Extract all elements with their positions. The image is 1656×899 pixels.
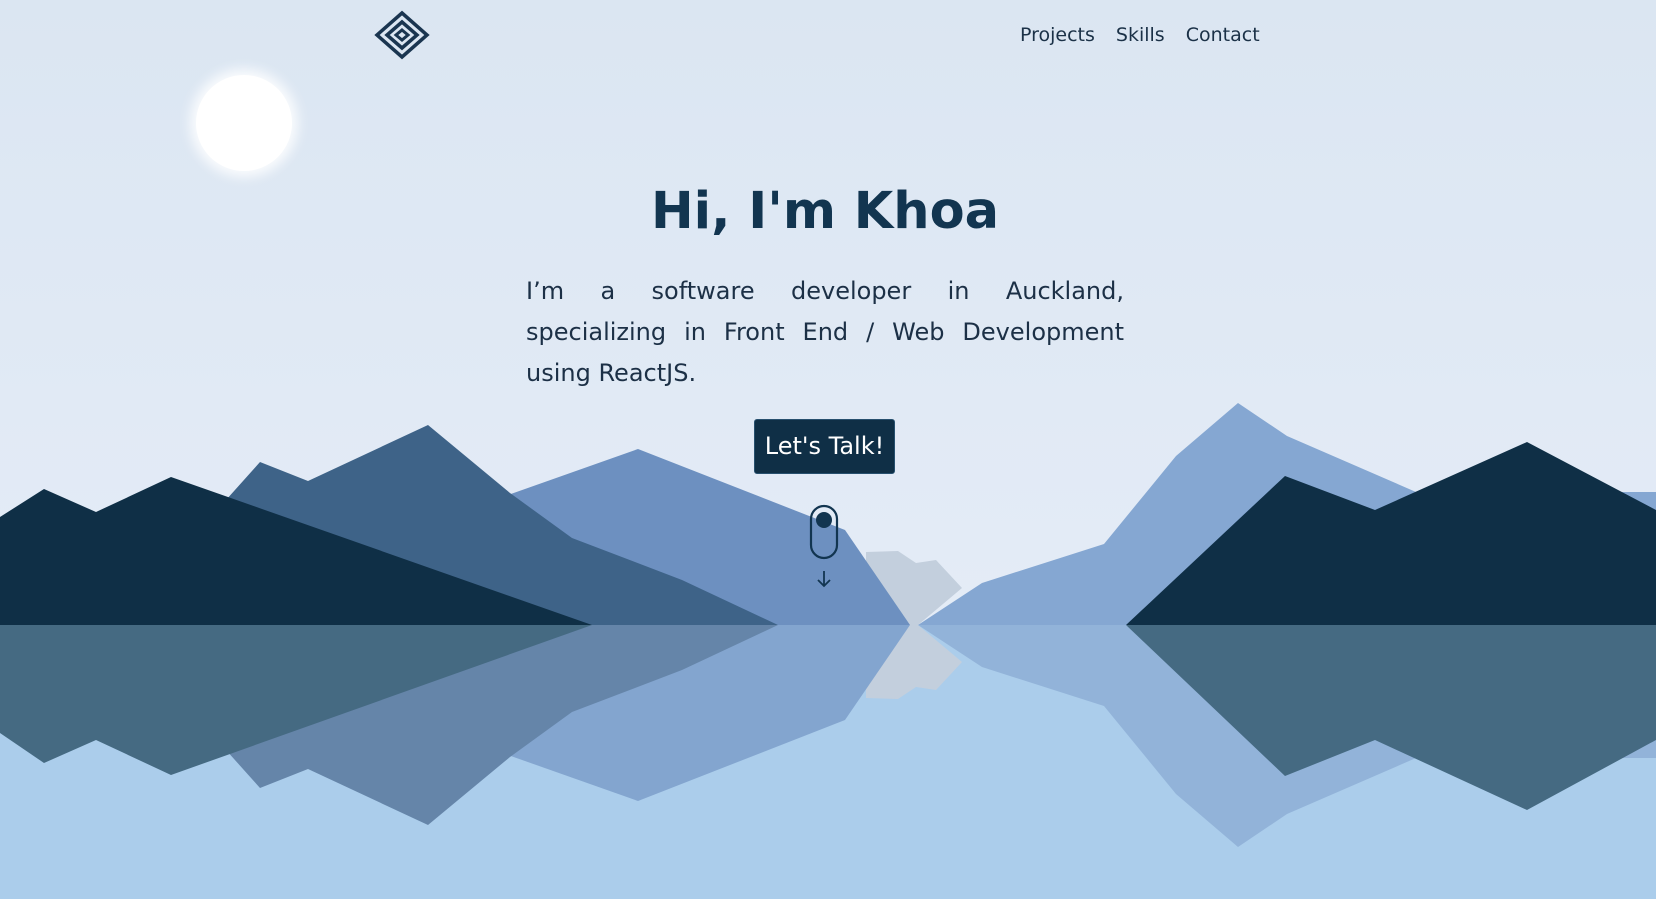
main-nav: Projects Skills Contact [1020, 22, 1260, 48]
diamond-logo-icon[interactable] [374, 10, 430, 60]
nav-link-contact[interactable]: Contact [1186, 22, 1260, 48]
nav-link-skills[interactable]: Skills [1116, 22, 1165, 48]
hero-title: Hi, I'm Khoa [650, 182, 1000, 241]
lets-talk-button[interactable]: Let's Talk! [754, 419, 895, 474]
arrow-down-icon [817, 571, 831, 588]
hero-intro-text: I’m a software developer in Auckland, sp… [526, 277, 1124, 387]
nav-link-projects[interactable]: Projects [1020, 22, 1095, 48]
scroll-mouse-icon[interactable] [808, 504, 840, 592]
